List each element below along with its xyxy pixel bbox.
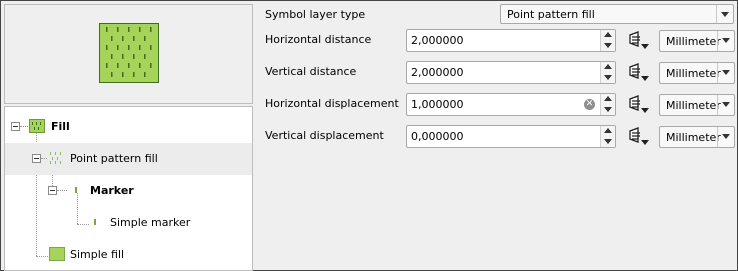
spin-up-icon[interactable] [604,96,612,101]
tree-node-label: Point pattern fill [70,152,158,165]
vertical-displacement-label: Vertical displacement [265,129,384,142]
simple-fill-icon [49,247,65,261]
collapse-icon[interactable] [48,186,57,195]
data-defined-override-icon[interactable] [627,94,653,116]
symbol-layer-type-select[interactable]: Point pattern fill [500,4,734,24]
tree-connector [20,126,28,127]
symbol-layer-type-label: Symbol layer type [265,8,366,21]
vertical-displacement-spinbox[interactable]: 0,000000 [406,125,616,148]
vertical-distance-label: Vertical distance [265,65,357,78]
symbol-layer-type-value: Point pattern fill [507,8,595,21]
tree-connector [77,224,89,225]
unit-value: Millimeter [666,67,721,80]
horizontal-distance-unit-select[interactable]: Millimeter [659,30,735,52]
tree-node-label: Simple fill [70,248,125,261]
tree-node-label: Simple marker [110,216,191,229]
spin-up-icon[interactable] [604,128,612,133]
tree-node-simple-fill[interactable]: Simple fill [5,239,252,270]
marker-icon [75,187,77,193]
spinbox-value: 2,000000 [411,66,464,79]
chevron-down-icon [717,31,734,51]
properties-panel: Symbol layer type Point pattern fill Hor… [257,0,738,271]
spinbox-value: 1,000000 [411,98,464,111]
point-pattern-icon [48,151,64,165]
collapse-icon[interactable] [11,122,20,131]
data-defined-override-icon[interactable] [627,30,653,52]
horizontal-displacement-unit-select[interactable]: Millimeter [659,94,735,116]
spin-down-icon[interactable] [604,43,612,48]
spin-down-icon[interactable] [604,139,612,144]
horizontal-distance-spinbox[interactable]: 2,000000 [406,29,616,52]
horizontal-displacement-spinbox[interactable]: 1,000000 ✕ [406,93,616,116]
vertical-displacement-unit-select[interactable]: Millimeter [659,126,735,148]
chevron-down-icon [717,127,734,147]
tree-connector [57,190,67,191]
spin-down-icon[interactable] [604,75,612,80]
horizontal-displacement-label: Horizontal displacement [265,97,399,110]
tree-node-simple-marker[interactable]: Simple marker [5,207,252,239]
spinbox-value: 2,000000 [411,34,464,47]
tree-node-point-pattern-fill[interactable]: Point pattern fill [5,143,252,175]
tree-node-label: Marker [90,184,134,197]
collapse-icon[interactable] [32,154,41,163]
spinbox-value: 0,000000 [411,130,464,143]
chevron-down-icon [716,5,733,23]
unit-value: Millimeter [666,131,721,144]
tree-connector [41,158,47,159]
spin-down-icon[interactable] [604,107,612,112]
point-pattern-icon [106,27,152,77]
vertical-distance-spinbox[interactable]: 2,000000 [406,61,616,84]
symbol-preview [4,4,253,104]
symbol-preview-swatch [99,23,159,83]
horizontal-distance-label: Horizontal distance [265,33,372,46]
tree-node-marker[interactable]: Marker [5,175,252,207]
unit-value: Millimeter [666,35,721,48]
spin-up-icon[interactable] [604,64,612,69]
spin-up-icon[interactable] [604,32,612,37]
unit-value: Millimeter [666,99,721,112]
tree-node-fill[interactable]: Fill [5,111,252,143]
tree-connector [36,256,48,257]
data-defined-override-icon[interactable] [627,126,653,148]
tree-node-label: Fill [51,120,70,133]
chevron-down-icon [717,63,734,83]
symbol-layer-tree: Fill Point pattern fill Marker Simple ma… [4,106,253,271]
chevron-down-icon [717,95,734,115]
simple-marker-icon [94,219,96,225]
data-defined-override-icon[interactable] [627,62,653,84]
fill-symbol-icon [29,119,45,133]
clear-field-icon[interactable]: ✕ [584,99,595,110]
vertical-distance-unit-select[interactable]: Millimeter [659,62,735,84]
